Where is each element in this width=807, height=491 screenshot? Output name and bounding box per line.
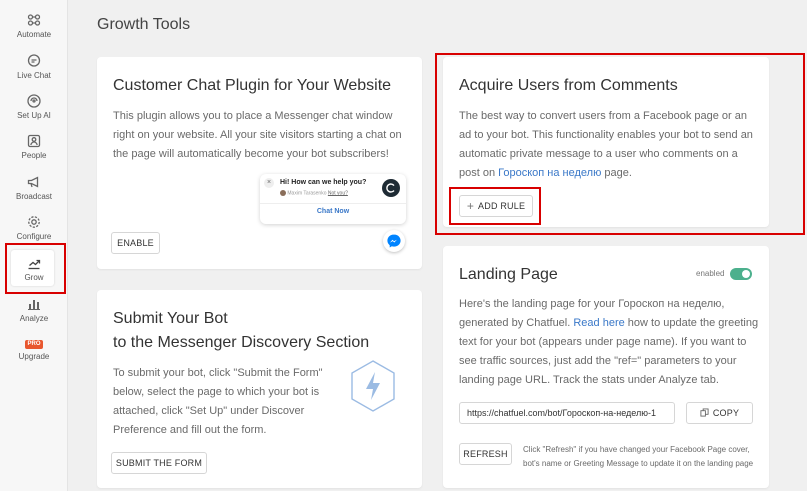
card-description: Here's the landing page for your Гороско… [459, 295, 759, 390]
pro-badge-icon: PRO [25, 340, 43, 349]
card-title: Landing Page [459, 266, 558, 283]
landing-url-field[interactable]: https://chatfuel.com/bot/Гороскоп-на-нед… [459, 402, 675, 424]
nav-label: People [21, 151, 47, 160]
bar-chart-icon [28, 300, 40, 310]
sidebar: Automate Live Chat Set Up AI People Broa… [0, 0, 68, 491]
nav-upgrade[interactable]: PRO Upgrade [0, 340, 68, 378]
grow-highlight-box [5, 243, 66, 294]
automate-icon [27, 14, 41, 26]
add-rule-highlight-box [449, 187, 541, 225]
card-title: Customer Chat Plugin for Your Website [113, 77, 392, 94]
read-here-link[interactable]: Read here [573, 317, 624, 329]
copy-label: COPY [712, 408, 740, 418]
nav-label: Configure [16, 232, 52, 241]
not-you-link[interactable]: Not you? [328, 190, 348, 196]
nav-label: Upgrade [18, 352, 50, 361]
refresh-button[interactable]: REFRESH [459, 443, 512, 465]
copy-icon [700, 408, 709, 417]
chat-plugin-card: Customer Chat Plugin for Your Website Th… [97, 57, 422, 269]
nav-label: Analyze [19, 314, 49, 323]
megaphone-icon [27, 176, 39, 188]
enable-button[interactable]: ENABLE [111, 232, 160, 254]
chat-now-button[interactable]: Chat Now [260, 208, 406, 215]
submit-form-button[interactable]: SUBMIT THE FORM [111, 452, 207, 474]
nav-setup-ai[interactable]: Set Up AI [0, 93, 68, 131]
card-description: This plugin allows you to place a Messen… [113, 110, 402, 160]
chat-widget-preview: × Hi! How can we help you? Maxim Tarasen… [260, 174, 406, 224]
chatfuel-logo-icon [386, 183, 395, 193]
card-description: To submit your bot, click "Submit the Fo… [113, 367, 323, 436]
nav-label: Broadcast [15, 192, 53, 201]
chat-user-name: Maxim Tarasenko [287, 190, 327, 197]
nav-label: Automate [16, 30, 52, 39]
submit-bot-card: Submit Your Bot to the Messenger Discove… [97, 290, 422, 488]
chat-greeting: Hi! How can we help you? [280, 179, 367, 186]
avatar [280, 190, 286, 196]
chat-user-line: Maxim Tarasenko Not you? [280, 190, 348, 196]
landing-page-card: Landing Page enabled Here's the landing … [443, 246, 769, 488]
nav-broadcast[interactable]: Broadcast [0, 174, 68, 212]
copy-button[interactable]: COPY [686, 402, 753, 424]
messenger-icon[interactable] [383, 230, 405, 252]
chat-bubble-icon [27, 54, 41, 67]
nav-live-chat[interactable]: Live Chat [0, 53, 68, 91]
nav-people[interactable]: People [0, 133, 68, 171]
people-icon [27, 134, 41, 148]
enabled-status-label: enabled [696, 269, 725, 278]
chatfuel-logo [382, 179, 400, 197]
close-icon[interactable]: × [264, 178, 274, 188]
nav-label: Set Up AI [17, 111, 51, 120]
page-title: Growth Tools [97, 16, 191, 33]
gear-icon [28, 216, 40, 228]
card-title-line2: to the Messenger Discovery Section [113, 334, 370, 351]
lightning-hexagon-icon [351, 360, 395, 412]
refresh-note: Click "Refresh" if you have changed your… [523, 445, 754, 468]
ai-icon [27, 94, 41, 108]
card-title-line1: Submit Your Bot [113, 310, 228, 327]
messenger-glyph-icon [387, 234, 401, 248]
widget-divider [260, 203, 406, 204]
landing-page-toggle[interactable] [730, 268, 752, 280]
nav-automate[interactable]: Automate [0, 12, 68, 50]
nav-label: Live Chat [17, 71, 51, 80]
nav-analyze[interactable]: Analyze [0, 296, 68, 334]
